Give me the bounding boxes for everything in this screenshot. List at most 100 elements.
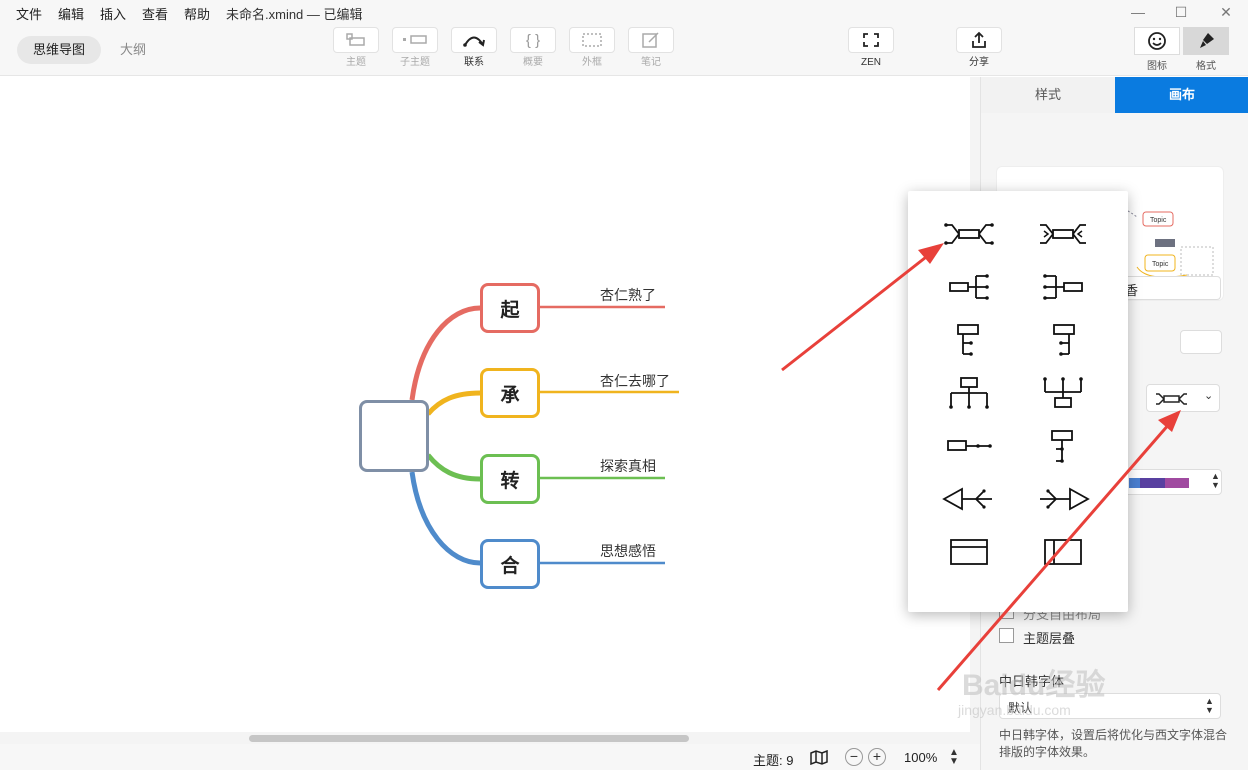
structure-tree-left[interactable] (1028, 317, 1098, 363)
menu-edit[interactable]: 编辑 (58, 4, 84, 23)
structure-vertical-timeline[interactable] (1028, 423, 1098, 469)
overlap-label: 主题层叠 (1023, 631, 1076, 646)
org-chart-down-icon (949, 377, 989, 409)
close-icon[interactable]: ✕ (1216, 2, 1236, 22)
central-topic[interactable] (359, 400, 429, 472)
stepper-icon: ▲ ▼ (1211, 471, 1220, 490)
vertical-timeline-icon (1051, 430, 1073, 463)
topic-button[interactable]: 主题 (333, 27, 379, 69)
zen-label: ZEN (861, 57, 881, 68)
icon-panel-label: 图标 (1147, 61, 1167, 72)
fishbone-right-icon (1040, 487, 1090, 511)
menu-file[interactable]: 文件 (16, 4, 42, 23)
structure-fishbone-right[interactable] (1028, 476, 1098, 522)
overlap-checkbox[interactable] (999, 628, 1014, 643)
topic-count: 主题: 9 (753, 753, 794, 768)
preview-topic-2: Topic (1150, 217, 1167, 224)
format-panel-button[interactable] (1183, 27, 1229, 55)
org-chart-up-icon (1043, 377, 1083, 408)
topic-he[interactable]: 合 (480, 539, 540, 589)
toolbar: 思维导图 大纲 主题 子主题 联系 { } 概要 外框 笔记 ZEN 分享 图标… (0, 24, 1248, 76)
structure-matrix-row[interactable] (934, 529, 1004, 575)
note-label: 笔记 (641, 57, 661, 68)
structure-org-up[interactable] (1028, 370, 1098, 416)
tree-right-icon (957, 324, 979, 356)
relationship-button[interactable]: 联系 (451, 27, 497, 69)
zoom-level[interactable]: 100% (904, 750, 937, 765)
subtopic-button[interactable]: 子主题 (392, 27, 438, 69)
summary-label: 概要 (523, 57, 543, 68)
structure-logic-left[interactable] (1028, 264, 1098, 310)
timeline-icon (947, 440, 992, 451)
structure-org-down[interactable] (934, 370, 1004, 416)
brush-icon (1200, 33, 1214, 48)
background-color-field[interactable] (1180, 330, 1222, 354)
topic-qi[interactable]: 起 (480, 283, 540, 333)
fishbone-left-icon (942, 487, 992, 511)
structure-fishbone-left[interactable] (934, 476, 1004, 522)
structure-popup (908, 191, 1128, 612)
zoom-stepper-icon[interactable]: ▲ ▼ (949, 748, 959, 767)
tree-left-icon (1053, 324, 1075, 356)
structure-logic-right[interactable] (934, 264, 1004, 310)
fullscreen-icon (863, 33, 879, 47)
tab-canvas[interactable]: 画布 (1115, 77, 1248, 113)
color-theme-swatch (1129, 478, 1189, 488)
icon-panel-button[interactable] (1134, 27, 1180, 55)
structure-dropdown[interactable]: ⌄ (1146, 384, 1220, 412)
boundary-icon (582, 33, 602, 47)
relationship-icon (463, 36, 485, 47)
menu-help[interactable]: 帮助 (184, 4, 210, 23)
structure-name-field[interactable]: 香 (1122, 276, 1221, 300)
topic-icon (346, 33, 365, 46)
font-stepper-icon: ▲ ▼ (1205, 696, 1214, 715)
menu-insert[interactable]: 插入 (100, 4, 126, 23)
matrix-column-icon (1044, 539, 1082, 565)
preview-topic-3: Topic (1152, 261, 1169, 268)
subtopic-he[interactable]: 思想感悟 (600, 541, 656, 561)
window-title: 未命名.xmind — 已编辑 (226, 7, 363, 22)
matrix-row-icon (950, 539, 988, 565)
chevron-down-icon: ⌄ (1204, 390, 1214, 402)
note-icon (642, 32, 659, 48)
horizontal-scroll-thumb[interactable] (249, 735, 689, 742)
boundary-button[interactable]: 外框 (569, 27, 615, 69)
logic-right-icon (949, 274, 989, 300)
share-button[interactable]: 分享 (956, 27, 1002, 69)
note-button[interactable]: 笔记 (628, 27, 674, 69)
subtopic-label: 子主题 (400, 57, 430, 68)
tab-outline[interactable]: 大纲 (104, 36, 162, 64)
subtopic-cheng[interactable]: 杏仁去哪了 (600, 371, 670, 391)
watermark-url: jingyan.baidu.com (958, 702, 1071, 718)
logic-left-icon (1043, 274, 1083, 300)
color-theme-dropdown[interactable]: ▲ ▼ (1122, 469, 1222, 495)
zoom-in-button[interactable]: + (868, 748, 886, 766)
summary-button[interactable]: { } 概要 (510, 27, 556, 69)
maximize-icon[interactable]: ☐ (1171, 2, 1191, 22)
topic-zhuan[interactable]: 转 (480, 454, 540, 504)
minimize-icon[interactable]: — (1128, 2, 1148, 22)
share-label: 分享 (969, 57, 989, 68)
summary-icon: { } (525, 31, 541, 49)
tab-mindmap[interactable]: 思维导图 (17, 36, 102, 64)
zen-button[interactable]: ZEN (848, 27, 894, 69)
map-icon[interactable] (810, 750, 828, 765)
structure-matrix-column[interactable] (1028, 529, 1098, 575)
structure-map-balanced[interactable] (934, 211, 1004, 257)
cjk-font-description: 中日韩字体，设置后将优化与西文字体混合排版的字体效果。 (999, 728, 1228, 759)
status-bar: 主题: 9 − + 100% ▲ ▼ (0, 744, 980, 770)
menu-view[interactable]: 查看 (142, 4, 168, 23)
zoom-out-button[interactable]: − (845, 748, 863, 766)
structure-map-clockwise[interactable] (1028, 211, 1098, 257)
structure-timeline[interactable] (934, 423, 1004, 469)
boundary-label: 外框 (582, 57, 602, 68)
tab-style[interactable]: 样式 (981, 77, 1115, 113)
watermark: Baidu经验 (962, 669, 1106, 702)
structure-tree-right[interactable] (934, 317, 1004, 363)
topic-cheng[interactable]: 承 (480, 368, 540, 418)
share-icon (972, 31, 986, 48)
subtopic-zhuan[interactable]: 探索真相 (600, 456, 656, 476)
smiley-icon (1148, 32, 1166, 50)
subtopic-qi[interactable]: 杏仁熟了 (600, 285, 656, 305)
xmind-window: 文件 编辑 插入 查看 帮助 未命名.xmind — 已编辑 — ☐ ✕ 思维导… (0, 0, 1248, 770)
